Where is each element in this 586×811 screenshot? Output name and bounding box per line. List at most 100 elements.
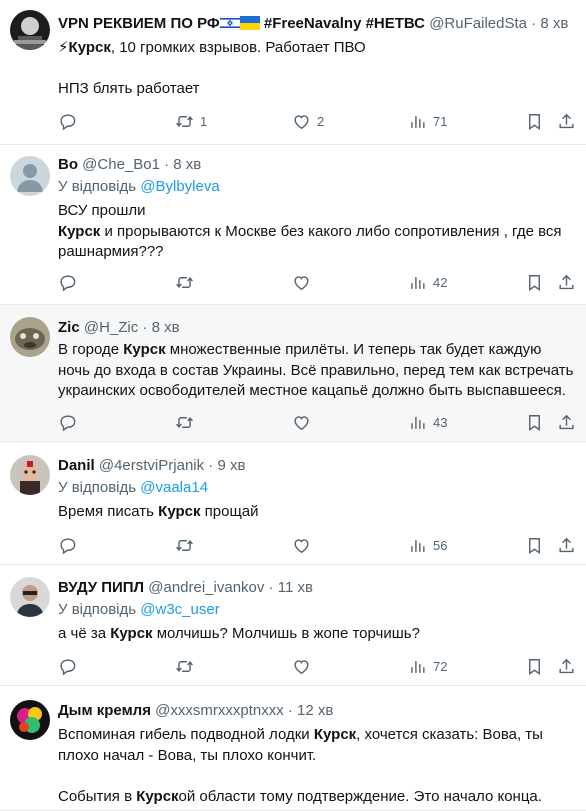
timestamp[interactable]: 8 хв <box>173 156 201 173</box>
avatar[interactable] <box>10 700 50 740</box>
tweet-text: Вспоминая гибель подводной лодки Курск, … <box>58 725 574 807</box>
display-name[interactable]: VPN РЕКВИЕМ ПО РФ <box>58 15 220 32</box>
retweet-button[interactable] <box>175 656 194 676</box>
reply-button[interactable] <box>58 535 77 555</box>
reply-icon <box>58 657 77 676</box>
retweet-icon <box>175 273 194 292</box>
avatar[interactable] <box>10 156 50 196</box>
tweet[interactable]: VPN РЕКВИЕМ ПО РФ #FreeNavalny #НЕТВС @R… <box>0 0 586 145</box>
views-button[interactable]: 71 <box>408 111 447 131</box>
reply-button[interactable] <box>58 412 77 432</box>
reply-button[interactable] <box>58 656 77 676</box>
display-name[interactable]: Zic <box>58 319 80 336</box>
bookmark-button[interactable] <box>525 272 544 292</box>
timestamp[interactable]: 12 хв <box>297 702 333 719</box>
reply-to-link[interactable]: @vaala14 <box>140 479 208 496</box>
retweet-button[interactable] <box>175 272 194 292</box>
user-handle[interactable]: @4erstviPrjanik <box>99 457 204 474</box>
bookmark-button[interactable] <box>525 412 544 432</box>
retweet-icon <box>175 657 194 676</box>
retweet-icon <box>175 413 194 432</box>
like-button[interactable] <box>292 656 311 676</box>
bookmark-icon <box>525 112 544 131</box>
tweet-actions: 42 <box>58 272 578 292</box>
views-count: 43 <box>433 414 448 430</box>
tweet-text-line <box>58 766 574 787</box>
user-handle[interactable]: @H_Zic <box>84 319 138 336</box>
reply-to-link[interactable]: @w3c_user <box>140 601 219 618</box>
like-button[interactable] <box>292 272 311 292</box>
user-handle[interactable]: @RuFailedSta <box>429 15 527 32</box>
tweet-text: ВСУ прошли Курск и прорываются к Москве б… <box>58 201 574 263</box>
views-count: 72 <box>433 658 448 674</box>
highlighted-keyword: Курск <box>158 503 201 520</box>
share-icon <box>557 536 576 555</box>
reply-icon <box>58 112 77 131</box>
timestamp[interactable]: 11 хв <box>278 579 313 596</box>
tweet-text: ⚡Курск, 10 громких взрывов. Работает ПВО… <box>58 38 574 100</box>
bookmark-icon <box>525 273 544 292</box>
retweet-button[interactable] <box>175 535 194 555</box>
timestamp[interactable]: 8 хв <box>152 319 180 336</box>
bookmark-button[interactable] <box>525 656 544 676</box>
tweet-text-line: украинских освободителей местное кацапьё… <box>58 382 566 399</box>
reply-label: У відповідь <box>58 601 141 618</box>
avatar[interactable] <box>10 577 50 617</box>
share-button[interactable] <box>557 272 576 292</box>
tweet[interactable]: Bo @Che_Bo1 · 8 хв У відповідь @Bylbyleva… <box>0 145 586 305</box>
tweet[interactable]: Danil @4erstviPrjanik · 9 хв У відповідь … <box>0 442 586 565</box>
tweet-header: Дым кремля @xxxsmrxxxptnxxx · 12 хв <box>58 701 578 721</box>
share-button[interactable] <box>557 535 576 555</box>
separator-dot: · <box>264 579 278 596</box>
tweet-text-line: плохо начал - Вова, ты плохо кончит. <box>58 746 317 764</box>
reply-icon <box>58 273 77 292</box>
user-handle[interactable]: @xxxsmrxxxptnxxx <box>155 702 284 719</box>
tweet-text-line: В городе Курск множественные прилёты. И … <box>58 341 542 358</box>
tweet-text-line: События в Курской области тому подтвержд… <box>58 787 542 805</box>
tweet[interactable]: Дым кремля @xxxsmrxxxptnxxx · 12 хв Вспом… <box>0 686 586 811</box>
israel-flag-icon <box>219 15 240 36</box>
tweet-text: В городе Курск множественные прилёты. И … <box>58 340 574 402</box>
reply-context: У відповідь @w3c_user <box>58 600 220 620</box>
retweet-button[interactable] <box>175 412 194 432</box>
share-icon <box>557 413 576 432</box>
like-button[interactable] <box>292 412 311 432</box>
views-button[interactable]: 42 <box>408 272 447 292</box>
tweet[interactable]: ВУДУ ПИПЛ @andrei_ivankov · 11 хв У відпо… <box>0 565 586 686</box>
share-icon <box>557 273 576 292</box>
bookmark-button[interactable] <box>525 535 544 555</box>
like-icon <box>292 112 311 131</box>
tweet-text-line: Курск и прорываются к Москве без какого … <box>58 222 562 240</box>
like-button[interactable]: 2 <box>292 111 324 131</box>
display-name[interactable]: Дым кремля <box>58 702 151 719</box>
views-button[interactable]: 43 <box>408 412 447 432</box>
avatar[interactable] <box>10 317 50 357</box>
display-name[interactable]: Danil <box>58 457 95 474</box>
bookmark-button[interactable] <box>525 111 544 131</box>
views-button[interactable]: 56 <box>408 535 447 555</box>
like-button[interactable] <box>292 535 311 555</box>
reply-context: У відповідь @vaala14 <box>58 478 208 498</box>
views-count: 56 <box>433 537 448 553</box>
ukraine-flag-icon <box>239 16 260 36</box>
display-name[interactable]: ВУДУ ПИПЛ <box>58 579 144 596</box>
user-handle[interactable]: @Che_Bo1 <box>82 156 160 173</box>
timestamp[interactable]: 9 хв <box>217 457 245 474</box>
like-icon <box>292 413 311 432</box>
share-button[interactable] <box>557 412 576 432</box>
tweet[interactable]: Zic @H_Zic · 8 хв В городе Курск множеств… <box>0 305 586 442</box>
share-button[interactable] <box>557 656 576 676</box>
tweet-header: Danil @4erstviPrjanik · 9 хв <box>58 456 578 476</box>
share-button[interactable] <box>557 111 576 131</box>
reply-to-link[interactable]: @Bylbyleva <box>140 178 219 195</box>
display-name[interactable]: Bo <box>58 156 78 173</box>
user-handle[interactable]: @andrei_ivankov <box>148 579 264 596</box>
retweet-button[interactable]: 1 <box>175 111 207 131</box>
views-button[interactable]: 72 <box>408 656 447 676</box>
reply-button[interactable] <box>58 111 77 131</box>
avatar[interactable] <box>10 10 50 50</box>
reply-button[interactable] <box>58 272 77 292</box>
timestamp[interactable]: 8 хв <box>540 15 568 32</box>
avatar[interactable] <box>10 455 50 495</box>
bookmark-icon <box>525 536 544 555</box>
